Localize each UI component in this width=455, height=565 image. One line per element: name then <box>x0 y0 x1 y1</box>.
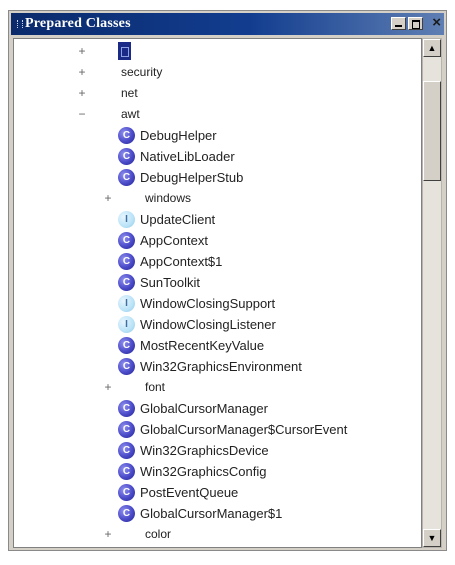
interface-label: WindowClosingListener <box>140 317 276 332</box>
tree-item-updateclient[interactable]: I UpdateClient <box>14 210 419 231</box>
tree-item-nativelibloader[interactable]: C NativeLibLoader <box>14 147 419 168</box>
class-label: MostRecentKeyValue <box>140 338 265 353</box>
tree-item-suntoolkit[interactable]: C SunToolkit <box>14 273 419 294</box>
tree-item-globalcursormanager-1[interactable]: C GlobalCursorManager$1 <box>14 504 419 525</box>
class-label: Win32GraphicsConfig <box>140 464 267 479</box>
expand-icon[interactable]: + <box>102 380 114 394</box>
class-icon: C <box>118 421 135 438</box>
class-icon: C <box>118 337 135 354</box>
scroll-thumb[interactable] <box>423 81 441 181</box>
tree-item-windowclosinglistener[interactable]: I WindowClosingListener <box>14 315 419 336</box>
package-label: font <box>145 380 166 394</box>
expand-icon[interactable]: + <box>76 65 88 79</box>
interface-icon: I <box>118 211 135 228</box>
class-tree: + + security + net − awt C DebugHelper C NativeLib… <box>13 38 422 548</box>
tree-item-posteventqueue[interactable]: C PostEventQueue <box>14 483 419 504</box>
class-label: GlobalCursorManager <box>140 401 268 416</box>
interface-icon: I <box>118 316 135 333</box>
maximize-button[interactable] <box>408 17 423 30</box>
minimize-button[interactable] <box>391 17 406 30</box>
interface-icon: I <box>118 295 135 312</box>
class-label: SunToolkit <box>140 275 200 290</box>
class-label: AppContext$1 <box>140 254 223 269</box>
window-title: Prepared Classes <box>25 16 131 31</box>
interface-label: UpdateClient <box>140 212 216 227</box>
class-icon: C <box>118 358 135 375</box>
tree-item-awt[interactable]: − awt <box>14 105 419 126</box>
package-label: awt <box>121 107 140 121</box>
expand-icon[interactable]: + <box>76 86 88 100</box>
tree-item-font[interactable]: + font <box>14 378 419 399</box>
tree-item-debughelperstub[interactable]: C DebugHelperStub <box>14 168 419 189</box>
class-label: Win32GraphicsDevice <box>140 443 269 458</box>
title-grip-icon <box>17 20 23 28</box>
class-icon: C <box>118 148 135 165</box>
package-label: color <box>145 527 172 541</box>
class-icon: C <box>118 127 135 144</box>
expand-icon[interactable]: + <box>102 527 114 541</box>
tree-item-selected[interactable]: + <box>14 42 419 63</box>
tree-item-globalcursormanager[interactable]: C GlobalCursorManager <box>14 399 419 420</box>
tree-item-appcontext[interactable]: C AppContext <box>14 231 419 252</box>
tree-item-net[interactable]: + net <box>14 84 419 105</box>
close-button[interactable]: × <box>432 14 441 31</box>
package-label: windows <box>145 191 192 205</box>
class-icon: C <box>118 253 135 270</box>
tree-item-appcontext-1[interactable]: C AppContext$1 <box>14 252 419 273</box>
tree-item-security[interactable]: + security <box>14 63 419 84</box>
package-label: security <box>121 65 163 79</box>
class-icon: C <box>118 442 135 459</box>
prepared-classes-window: Prepared Classes × + + security + net − awt C De… <box>8 10 447 551</box>
class-label: PostEventQueue <box>140 485 239 500</box>
tree-item-win32graphicsenvironment[interactable]: C Win32GraphicsEnvironment <box>14 357 419 378</box>
class-icon: C <box>118 400 135 417</box>
tree-item-mostrecentkeyvalue[interactable]: C MostRecentKeyValue <box>14 336 419 357</box>
class-label: GlobalCursorManager$1 <box>140 506 283 521</box>
class-icon: C <box>118 232 135 249</box>
scroll-down-button[interactable]: ▼ <box>423 529 441 547</box>
class-icon: C <box>118 484 135 501</box>
tree-item-windows[interactable]: + windows <box>14 189 419 210</box>
class-label: AppContext <box>140 233 208 248</box>
class-label: GlobalCursorManager$CursorEvent <box>140 422 348 437</box>
tree-item-color[interactable]: + color <box>14 525 419 546</box>
selection-highlight <box>118 42 131 60</box>
package-label: net <box>121 86 138 100</box>
scroll-up-button[interactable]: ▲ <box>423 39 441 57</box>
class-label: Win32GraphicsEnvironment <box>140 359 302 374</box>
tree-item-win32graphicsdevice[interactable]: C Win32GraphicsDevice <box>14 441 419 462</box>
class-icon: C <box>118 505 135 522</box>
collapse-icon[interactable]: − <box>76 107 88 121</box>
tree-item-debughelper[interactable]: C DebugHelper <box>14 126 419 147</box>
expand-icon[interactable]: + <box>102 191 114 205</box>
tree-item-windowclosingsupport[interactable]: I WindowClosingSupport <box>14 294 419 315</box>
tree-item-win32graphicsconfig[interactable]: C Win32GraphicsConfig <box>14 462 419 483</box>
class-icon: C <box>118 463 135 480</box>
class-icon: C <box>118 274 135 291</box>
expand-icon[interactable]: + <box>76 44 88 58</box>
vertical-scrollbar[interactable]: ▲ ▼ <box>422 38 442 548</box>
class-label: DebugHelper <box>140 128 217 143</box>
interface-label: WindowClosingSupport <box>140 296 276 311</box>
tree-item-globalcursormanager-cursorevent[interactable]: C GlobalCursorManager$CursorEvent <box>14 420 419 441</box>
class-label: NativeLibLoader <box>140 149 235 164</box>
title-bar[interactable]: Prepared Classes × <box>11 13 444 35</box>
class-icon: C <box>118 169 135 186</box>
class-label: DebugHelperStub <box>140 170 244 185</box>
